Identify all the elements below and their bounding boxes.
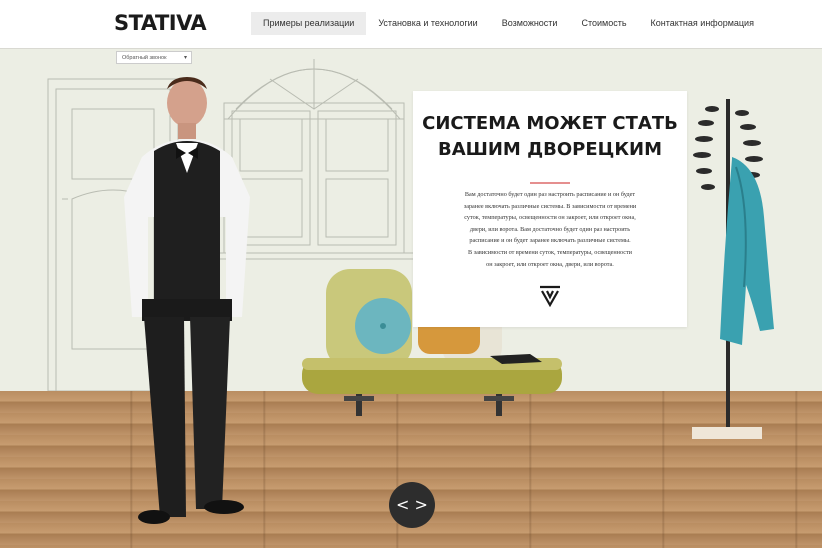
hero-text-line: расписание и он будет заранее включать р… xyxy=(469,237,631,245)
callback-label: Обратный звонок xyxy=(122,55,167,61)
hero-text-line: двери, или ворота. Вам достаточно будет … xyxy=(469,225,631,233)
hero-scene: СИСТЕМА МОЖЕТ СТАТЬ ВАШИМ ДВОРЕЦКИМ Вам … xyxy=(0,49,822,548)
hero-title-line-2: ВАШИМ ДВОРЕЦКИМ xyxy=(437,139,663,160)
butler-illustration xyxy=(124,77,250,524)
hero-text-line: он закроет, или откроет окна, двери, или… xyxy=(486,260,614,268)
stativa-v-icon xyxy=(540,285,560,307)
hero-title: СИСТЕМА МОЖЕТ СТАТЬ ВАШИМ ДВОРЕЦКИМ xyxy=(413,111,687,163)
hero-content-box: СИСТЕМА МОЖЕТ СТАТЬ ВАШИМ ДВОРЕЦКИМ Вам … xyxy=(413,91,687,327)
hero-text-line: Вам достаточно будет один раз настроить … xyxy=(464,191,636,198)
hero-text-line: суток, температуры, освещенности он закр… xyxy=(464,214,636,222)
chevron-down-icon: ▾ xyxy=(183,55,187,61)
nav-item-pricing[interactable]: Стоимость xyxy=(569,12,638,35)
coat-rack-illustration xyxy=(692,99,774,439)
nav-item-installation[interactable]: Установка и технологии xyxy=(366,12,489,35)
nav-item-features[interactable]: Возможности xyxy=(490,12,570,35)
hero-description: Вам достаточно будет один раз настроить … xyxy=(453,189,647,270)
site-logo[interactable]: STATIVA xyxy=(114,11,207,35)
nav-item-contacts[interactable]: Контактная информация xyxy=(639,12,766,35)
callback-dropdown[interactable]: Обратный звонок ▾ xyxy=(116,51,192,64)
slider-arrows-button[interactable]: < > xyxy=(389,482,435,528)
site-header: STATIVA Примеры реализации Установка и т… xyxy=(0,0,822,49)
hero-text-line: заранее включать различные системы. В за… xyxy=(463,202,637,210)
hero-title-line-1: СИСТЕМА МОЖЕТ СТАТЬ xyxy=(422,113,678,134)
main-nav: Примеры реализации Установка и технологи… xyxy=(251,12,766,35)
accent-divider xyxy=(530,182,570,184)
hero-text-line: В зависимости от времени суток, температ… xyxy=(468,248,632,256)
nav-item-examples[interactable]: Примеры реализации xyxy=(251,12,367,35)
